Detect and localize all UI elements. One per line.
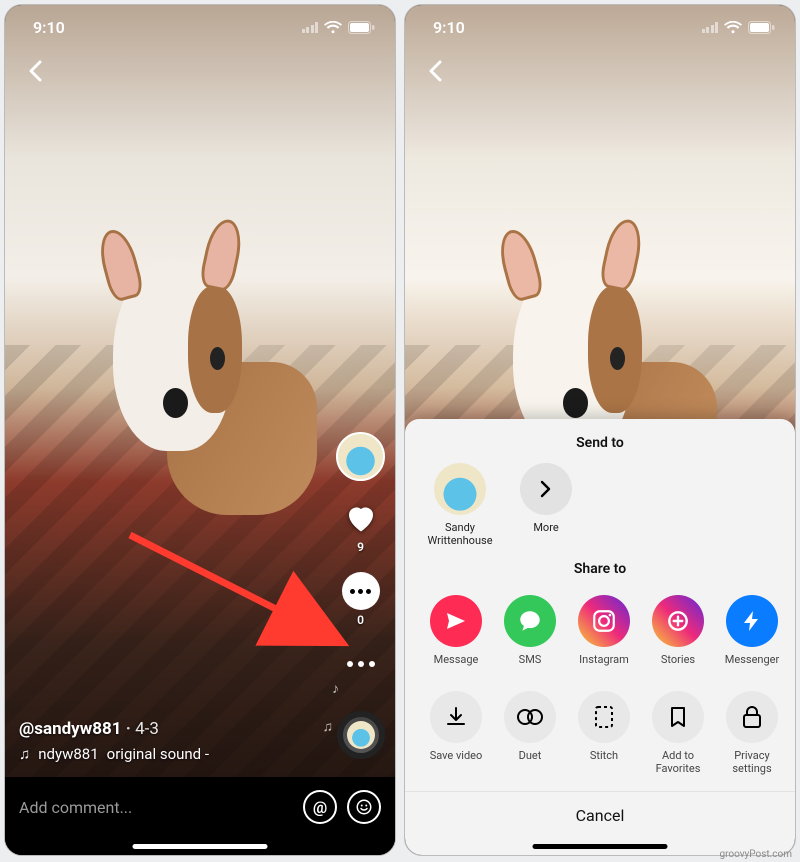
sound-row[interactable]: ♫ ndyw881 original sound - <box>19 745 315 763</box>
action-label: Privacy settings <box>721 749 783 775</box>
share-instagram[interactable]: Instagram <box>573 595 635 666</box>
cellular-icon <box>302 21 319 33</box>
share-label: Message <box>434 653 479 666</box>
duet-icon <box>504 691 556 743</box>
send-to-title: Send to <box>405 435 795 451</box>
cellular-icon <box>702 21 719 33</box>
more-label: More <box>533 521 558 534</box>
bookmark-icon <box>652 691 704 743</box>
action-label: Add to Favorites <box>647 749 709 775</box>
sound-name: original sound - <box>107 745 209 763</box>
contact-name: Sandy Writtenhouse <box>427 521 492 547</box>
cancel-button[interactable]: Cancel <box>405 791 795 825</box>
status-bar: 9:10 <box>405 5 795 49</box>
share-sheet: Send to Sandy Writtenhouse More Share to… <box>405 419 795 855</box>
camera-icon <box>578 595 630 647</box>
sms-icon <box>504 595 556 647</box>
share-label: Messenger <box>725 653 779 666</box>
back-button[interactable] <box>19 55 51 87</box>
share-messenger[interactable]: Messenger <box>721 595 783 666</box>
phone-left: 9:10 9 <box>4 4 396 856</box>
plus-icon <box>652 595 704 647</box>
action-save-video[interactable]: Save video <box>425 691 487 775</box>
send-icon <box>430 595 482 647</box>
download-icon <box>430 691 482 743</box>
wifi-icon <box>324 21 342 34</box>
lock-icon <box>726 691 778 743</box>
mention-button[interactable]: @ <box>303 790 337 824</box>
comment-count: 0 <box>357 613 364 627</box>
creator-avatar[interactable] <box>336 432 385 481</box>
comment-button[interactable] <box>342 572 380 610</box>
post-date: 4-3 <box>135 719 159 739</box>
music-disc[interactable] <box>337 711 385 759</box>
back-button[interactable] <box>419 55 451 87</box>
watermark: groovyPost.com <box>719 849 792 860</box>
share-stories[interactable]: Stories <box>647 595 709 666</box>
battery-icon <box>348 21 375 34</box>
action-duet[interactable]: Duet <box>499 691 561 775</box>
like-count: 9 <box>357 540 364 554</box>
share-label: Stories <box>661 653 695 666</box>
chevron-right-icon <box>520 463 572 515</box>
music-note-icon: ♫ <box>19 745 30 763</box>
action-label: Duet <box>519 749 542 762</box>
username-handle[interactable]: @sandyw881 <box>19 719 121 739</box>
action-privacy-settings[interactable]: Privacy settings <box>721 691 783 775</box>
send-more[interactable]: More <box>515 463 577 547</box>
share-sms[interactable]: SMS <box>499 595 561 666</box>
share-message[interactable]: Message <box>425 595 487 666</box>
video-meta: @sandyw881 · 4-3 ♫ ndyw881 original soun… <box>19 719 315 763</box>
bolt-icon <box>726 595 778 647</box>
stitch-icon <box>578 691 630 743</box>
status-time: 9:10 <box>433 18 465 37</box>
home-indicator <box>533 844 668 849</box>
wifi-icon <box>724 21 742 34</box>
sound-user: ndyw881 <box>38 745 98 763</box>
dog-illustration <box>103 260 318 515</box>
share-label: Instagram <box>579 653 629 666</box>
send-contact[interactable]: Sandy Writtenhouse <box>429 463 491 547</box>
emoji-button[interactable] <box>347 790 381 824</box>
status-time: 9:10 <box>33 18 65 37</box>
share-label: SMS <box>519 653 542 666</box>
battery-icon <box>748 21 775 34</box>
more-options-button[interactable] <box>342 645 380 683</box>
phone-right: 9:10 Send to Sandy Writtenhouse <box>404 4 796 856</box>
contact-avatar <box>434 463 486 515</box>
action-stitch[interactable]: Stitch <box>573 691 635 775</box>
action-add-to-favorites[interactable]: Add to Favorites <box>647 691 709 775</box>
like-button[interactable] <box>342 499 380 537</box>
action-label: Save video <box>430 749 483 762</box>
action-label: Stitch <box>590 749 618 762</box>
home-indicator <box>133 844 268 849</box>
status-bar: 9:10 <box>5 5 395 49</box>
share-to-title: Share to <box>405 561 795 577</box>
comment-input[interactable]: Add comment... <box>19 798 293 817</box>
